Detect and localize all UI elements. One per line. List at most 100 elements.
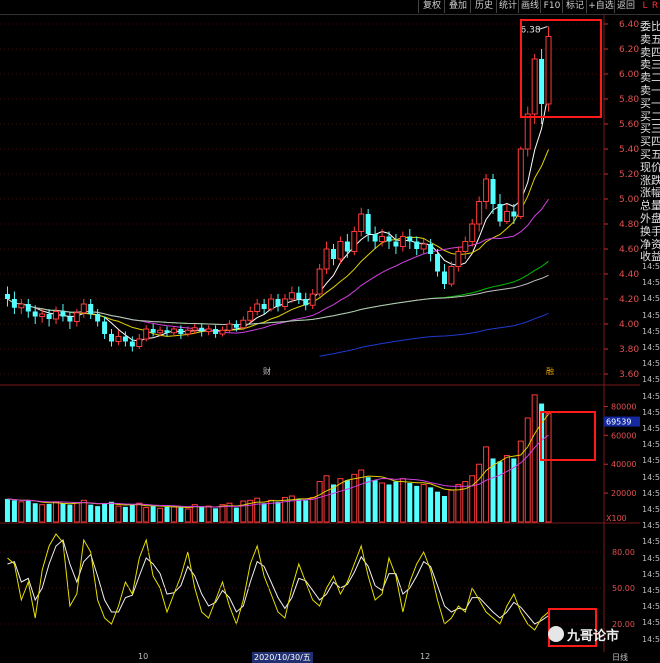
volume-bar-down (261, 503, 267, 522)
tick-time-label: 14:5 (642, 294, 660, 304)
volume-bar-up (351, 473, 358, 523)
volume-bar-down (4, 498, 10, 522)
volume-bar-down (386, 484, 392, 522)
candle-body-up (469, 223, 476, 242)
candle-body-up (247, 311, 254, 321)
candle-body-up (191, 327, 198, 331)
candle-body-down (511, 211, 517, 217)
tick-time-label: 14:5 (642, 326, 660, 336)
price-tick-label: 6.20 (619, 45, 639, 55)
candle-body-down (233, 324, 239, 328)
corner-r-label: R (651, 1, 659, 11)
tick-time-label: 14:5 (642, 278, 660, 288)
candle-body-down (150, 329, 156, 333)
volume-bar-up (73, 502, 80, 523)
volume-bar-up (80, 499, 87, 523)
candle-body-down (122, 336, 128, 342)
candle-body-up (143, 328, 150, 340)
tick-time-label: 14:5 (642, 456, 660, 466)
tick-time-label: 14:5 (642, 586, 660, 595)
restore-rights-button[interactable]: 复权 (418, 0, 445, 13)
volume-bar-down (178, 507, 184, 522)
volume-bar-down (164, 506, 170, 522)
back-button[interactable]: 返回 (614, 0, 637, 13)
candle-body-down (95, 314, 101, 322)
volume-bar-down (122, 506, 128, 522)
volume-bar-up (379, 482, 386, 523)
volume-bar-up (545, 413, 552, 523)
volume-bar-up (469, 475, 476, 523)
candle-body-down (393, 241, 399, 247)
tick-time-label: 14:5 (642, 310, 660, 320)
kline-chart: 6.40 6.20 6.00 5.80 5.60 5.40 5.20 5.00 4.80 4.60… (0, 14, 640, 652)
event-marker-margin: 融 (546, 366, 554, 376)
tick-time-label: 14:5 (642, 569, 660, 579)
volume-bar-down (365, 477, 371, 522)
candle-body-up (268, 298, 275, 310)
ma-line-ma60 (7, 260, 549, 326)
candle-body-down (25, 304, 31, 312)
candle-body-up (39, 313, 46, 317)
add-watchlist-button[interactable]: +自选 (586, 0, 615, 13)
candle-body-up (115, 336, 122, 342)
candle-body-up (288, 292, 295, 300)
candle-body-down (88, 304, 94, 314)
history-button[interactable]: 历史 (470, 0, 497, 13)
volume-bar-up (531, 394, 538, 523)
candle-body-down (261, 304, 267, 309)
candle-body-up (483, 178, 490, 202)
candle-body-down (32, 311, 38, 317)
volume-current-label: 69539 (606, 418, 631, 427)
event-marker-finance: 财 (263, 366, 271, 376)
candle-body-up (462, 241, 469, 252)
candle-body-down (365, 214, 371, 234)
candle-body-up (309, 293, 316, 306)
tick-time-label: 14:5 (642, 391, 660, 401)
candle-body-down (303, 299, 309, 306)
tick-time-label: 14:5 (642, 553, 660, 563)
draw-line-button[interactable]: 画线 (518, 0, 541, 13)
volume-bar-down (60, 503, 66, 522)
watermark-text: 九哥论市 (567, 628, 620, 644)
volume-tick-label: 60000 (611, 431, 636, 440)
candle-body-down (386, 236, 392, 242)
volume-bar-up (143, 507, 150, 523)
candle-body-up (73, 312, 80, 322)
price-tick-label: 4.40 (619, 270, 639, 280)
candle-body-down (407, 236, 413, 242)
volume-bar-down (95, 506, 101, 522)
period-label[interactable]: 日线 (612, 652, 628, 663)
volume-bar-down (407, 483, 413, 522)
tick-time-label: 14:5 (642, 262, 660, 271)
volume-bar-down (441, 496, 447, 522)
price-tick-label: 3.80 (619, 345, 639, 355)
candle-body-down (11, 299, 17, 308)
volume-bar-up (39, 504, 46, 523)
candle-body-down (296, 292, 302, 299)
volume-bar-up (503, 455, 510, 523)
price-tick-label: 4.80 (619, 220, 639, 230)
volume-bar-up (399, 478, 406, 523)
candle-body-up (420, 243, 427, 250)
candle-body-up (53, 311, 60, 320)
volume-bar-up (53, 501, 60, 523)
corner-l-label: L (642, 1, 648, 11)
mark-button[interactable]: 标记 (562, 0, 587, 13)
tick-time-label: 14:5 (642, 375, 660, 385)
statistics-button[interactable]: 统计 (496, 0, 519, 13)
candle-body-down (344, 241, 350, 252)
tick-time-label: 14:5 (642, 602, 660, 612)
price-tick-label: 5.60 (619, 120, 639, 130)
tick-time-label: 14:5 (642, 505, 660, 514)
volume-bar-up (309, 496, 316, 523)
candle-body-down (441, 271, 447, 284)
candle-body-up (399, 236, 406, 247)
volume-bar-down (490, 458, 496, 522)
f10-button[interactable]: F10 (540, 0, 563, 13)
overlay-button[interactable]: 叠加 (444, 0, 471, 13)
candle-body-up (455, 251, 462, 267)
tick-time-label: 14:5 (642, 440, 660, 450)
price-tick-label: 4.00 (619, 320, 639, 330)
candle-body-down (67, 316, 73, 322)
candle-body-up (170, 328, 177, 334)
